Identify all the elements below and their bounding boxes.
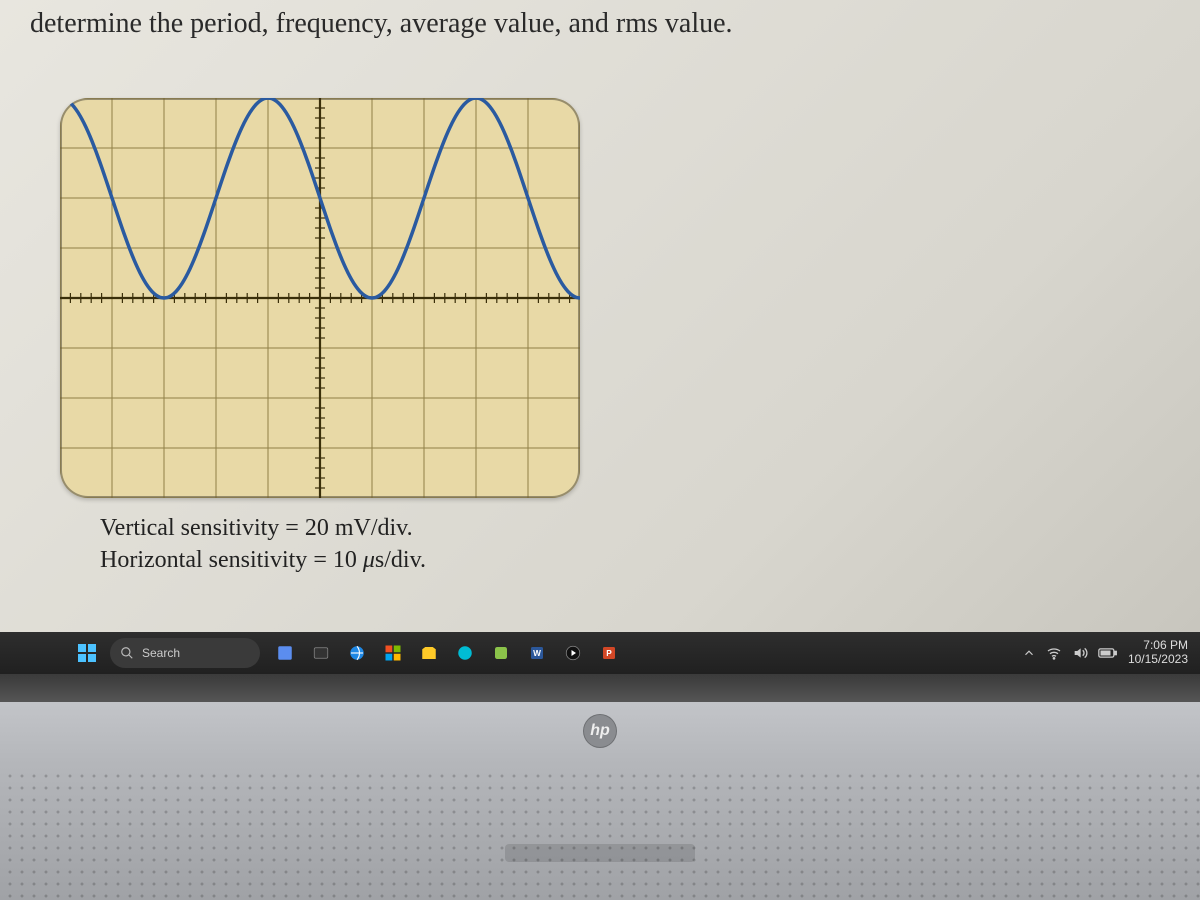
wifi-icon[interactable] [1046,645,1062,661]
question-text: determine the period, frequency, average… [30,8,733,40]
taskbar-search[interactable]: Search [110,638,260,668]
svg-text:P: P [606,649,612,658]
search-placeholder: Search [142,646,180,660]
oscilloscope-figure: Vertical sensitivity = 20 mV/div. Horizo… [60,98,580,577]
taskbar-app-10[interactable]: P [594,638,624,668]
scope-caption: Vertical sensitivity = 20 mV/div. Horizo… [100,512,580,577]
oscilloscope-screen [60,98,580,498]
horizontal-sens-label: Horizontal sensitivity [100,547,307,573]
keyboard-surface [0,766,1200,900]
spacebar [505,844,695,862]
horizontal-sens-value-prefix: = 10 [313,547,363,573]
laptop-body: hp [0,674,1200,900]
taskbar-app-1[interactable] [270,638,300,668]
svg-text:W: W [533,649,541,658]
taskbar-app-2[interactable] [306,638,336,668]
taskbar-clock[interactable]: 7:06 PM 10/15/2023 [1128,639,1188,667]
taskbar-app-9[interactable] [558,638,588,668]
windows-icon [78,644,96,662]
mu-symbol: μ [363,547,375,573]
search-icon [120,646,134,660]
taskbar-app-7[interactable] [486,638,516,668]
taskbar-app-8[interactable]: W [522,638,552,668]
system-tray[interactable]: 7:06 PM 10/15/2023 [1022,639,1200,667]
taskbar-app-3[interactable] [342,638,372,668]
clock-date: 10/15/2023 [1128,653,1188,667]
taskbar-app-4[interactable] [378,638,408,668]
horizontal-sens-value-suffix: s/div. [375,547,426,573]
vertical-sens-label: Vertical sensitivity [100,515,279,541]
document-area: determine the period, frequency, average… [0,0,1200,632]
battery-icon[interactable] [1098,647,1118,659]
chevron-up-icon[interactable] [1022,646,1036,660]
windows-taskbar: Search W P 7:06 PM 10/15/2023 [0,632,1200,674]
taskbar-app-6[interactable] [450,638,480,668]
oscilloscope-svg [60,98,580,498]
taskbar-pinned-apps: W P [270,638,624,668]
start-button[interactable] [70,636,104,670]
vertical-sens-value: = 20 mV/div. [285,515,412,541]
volume-icon[interactable] [1072,645,1088,661]
clock-time: 7:06 PM [1128,639,1188,653]
hp-logo: hp [583,714,617,748]
taskbar-app-5[interactable] [414,638,444,668]
